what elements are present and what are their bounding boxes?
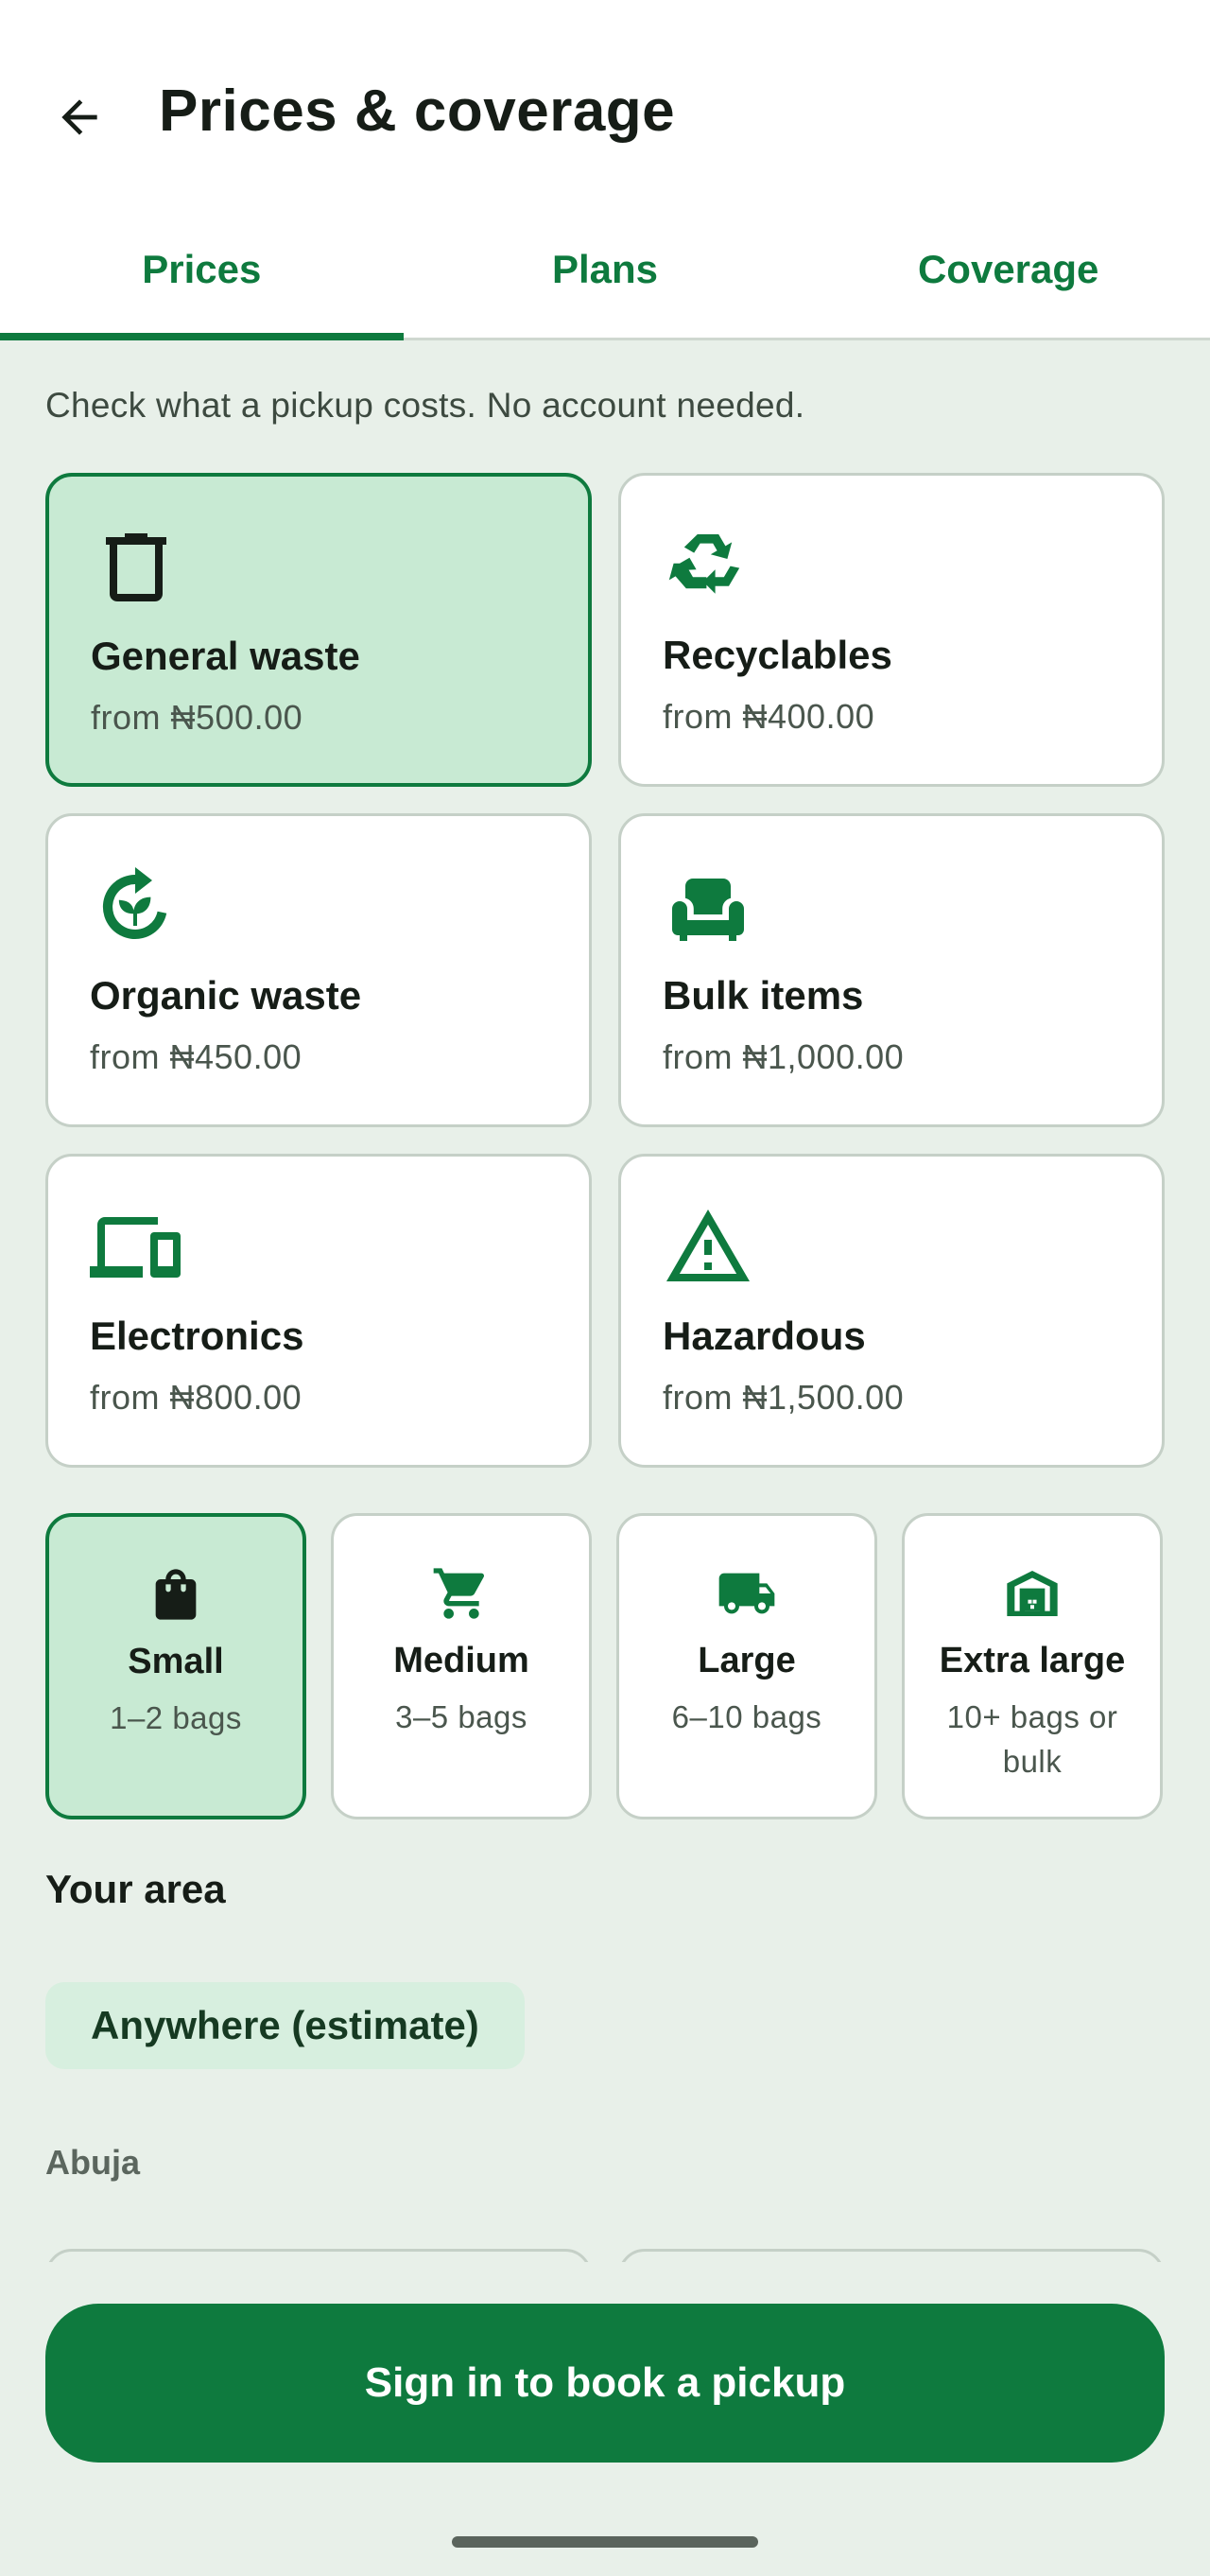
cart-icon [433,1568,485,1619]
category-card-general-waste[interactable]: General waste from ₦500.00 [45,473,592,787]
size-selector: Small 1–2 bags Medium 3–5 bags Large 6–1… [45,1513,1165,1819]
category-card-hazardous[interactable]: Hazardous from ₦1,500.00 [618,1154,1165,1468]
size-desc: 1–2 bags [110,1700,242,1735]
size-card-extra-large[interactable]: Extra large 10+ bags or bulk [902,1513,1163,1819]
tab-plans[interactable]: Plans [404,208,807,338]
size-card-large[interactable]: Large 6–10 bags [616,1513,877,1819]
area-heading: Your area [45,1867,226,1911]
tab-prices[interactable]: Prices [0,208,404,340]
sofa-icon [672,879,744,941]
compost-icon [102,867,167,939]
size-name: Medium [393,1641,529,1680]
city-label: Abuja [45,2143,141,2182]
category-name: Hazardous [663,1314,866,1358]
category-name: Electronics [90,1314,304,1358]
warehouse-icon [1007,1571,1058,1616]
category-name: Organic waste [90,973,362,1018]
tab-coverage[interactable]: Coverage [806,208,1210,338]
category-name: Recyclables [663,633,892,677]
back-button[interactable] [38,76,121,159]
area-cards-peek [45,2249,1165,2262]
tab-bar: Prices Plans Coverage [0,208,1210,340]
size-name: Extra large [939,1641,1126,1680]
size-desc: 6–10 bags [671,1699,822,1734]
category-card-recyclables[interactable]: Recyclables from ₦400.00 [618,473,1165,787]
category-card-bulk-items[interactable]: Bulk items from ₦1,000.00 [618,813,1165,1127]
area-chip-anywhere[interactable]: Anywhere (estimate) [45,1982,525,2069]
size-desc: 10+ bags or bulk [946,1699,1118,1779]
category-price: from ₦400.00 [663,697,875,736]
area-card-peek[interactable] [45,2249,592,2262]
category-grid: General waste from ₦500.00 Recyclables f… [45,473,1165,1468]
category-name: Bulk items [663,973,864,1018]
size-desc: 3–5 bags [395,1699,527,1734]
size-card-small[interactable]: Small 1–2 bags [45,1513,306,1819]
category-card-electronics[interactable]: Electronics from ₦800.00 [45,1154,592,1468]
sign-in-button[interactable]: Sign in to book a pickup [45,2304,1165,2463]
size-card-medium[interactable]: Medium 3–5 bags [331,1513,592,1819]
trash-icon [106,533,166,601]
size-name: Small [128,1642,224,1681]
warning-icon [666,1210,750,1281]
category-price: from ₦450.00 [90,1037,302,1076]
category-price: from ₦1,000.00 [663,1037,905,1076]
category-price: from ₦500.00 [91,698,303,737]
area-card-peek[interactable] [618,2249,1165,2262]
category-price: from ₦1,500.00 [663,1378,905,1417]
home-indicator[interactable] [452,2536,758,2548]
app-bar: Prices & coverage [0,0,1210,208]
truck-icon [718,1573,775,1614]
size-name: Large [698,1641,796,1680]
intro-text: Check what a pickup costs. No account ne… [45,386,805,425]
category-price: from ₦800.00 [90,1378,302,1417]
devices-icon [90,1217,181,1278]
page-title: Prices & coverage [159,78,676,144]
bag-icon [155,1569,197,1620]
arrow-left-icon [61,99,97,135]
recycle-icon [668,534,740,594]
category-name: General waste [91,634,360,678]
category-card-organic-waste[interactable]: Organic waste from ₦450.00 [45,813,592,1127]
